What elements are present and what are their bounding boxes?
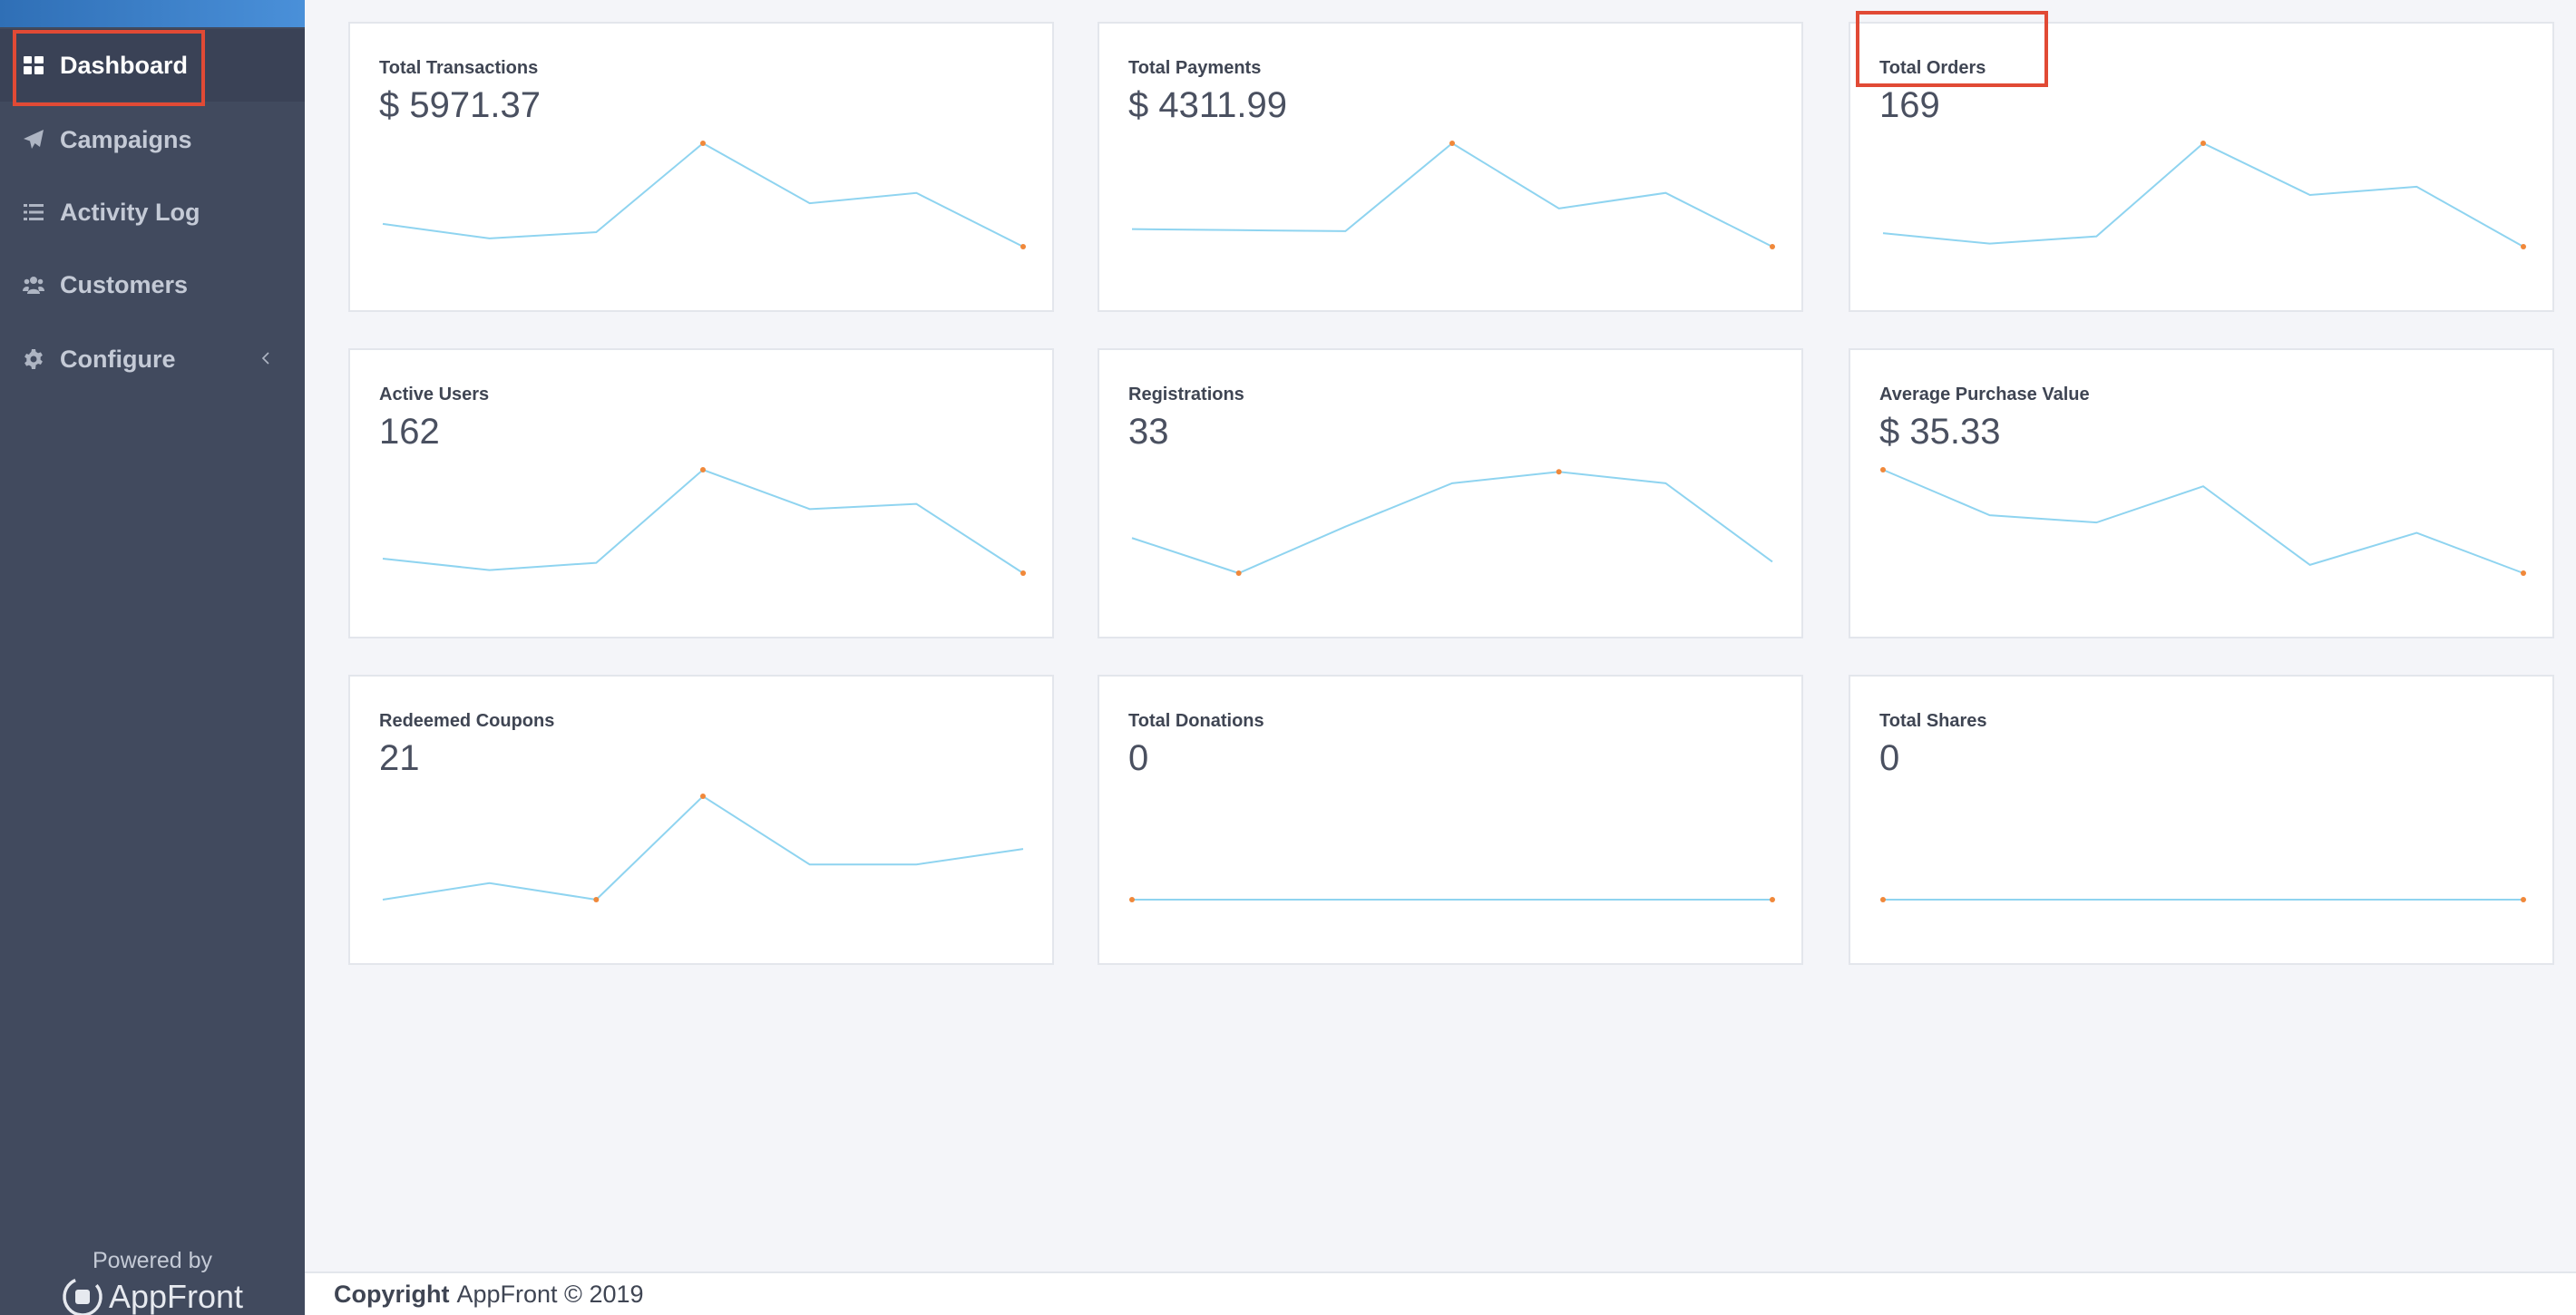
sidebar-item-label: Customers [60, 270, 189, 298]
grid-icon [22, 54, 45, 77]
sidebar: Dashboard Campaigns Activity Log Custome… [0, 0, 305, 1315]
sparkline-marker [1129, 897, 1135, 902]
sparkline-marker [2200, 141, 2206, 146]
footer-copyright-label: Copyright [334, 1280, 450, 1308]
sparkline-marker [1020, 570, 1026, 576]
sparkline-marker [2521, 897, 2526, 902]
stat-card-average-purchase-value: Average Purchase Value $ 35.33 [1849, 348, 2554, 638]
paper-plane-icon [22, 128, 45, 151]
sidebar-item-label: Activity Log [60, 198, 200, 226]
dashboard-main: Total Transactions $ 5971.37 Total Payment… [305, 0, 2576, 1315]
sparkline-marker [1880, 897, 1886, 902]
sparkline-marker [700, 794, 706, 799]
sparkline-marker [2521, 570, 2526, 576]
sparkline-chart [382, 794, 1024, 902]
app-window: Dashboard Campaigns Activity Log Custome… [0, 0, 2576, 1315]
stat-card-total-donations: Total Donations 0 [1098, 675, 1803, 965]
sidebar-item-campaigns[interactable]: Campaigns [0, 103, 305, 176]
sparkline-marker [1880, 467, 1886, 472]
sparkline-chart [1882, 141, 2526, 249]
sidebar-item-label: Configure [60, 345, 176, 373]
stat-card-total-transactions: Total Transactions $ 5971.37 [348, 22, 1054, 312]
powered-by-label: Powered by [92, 1248, 213, 1273]
sparkline-marker [1556, 469, 1562, 475]
gear-icon [22, 347, 45, 371]
sparkline-marker [1770, 897, 1775, 902]
sparkline-series [1882, 141, 2524, 248]
sidebar-top-strip [0, 0, 305, 27]
sidebar-item-activity-log[interactable]: Activity Log [0, 176, 305, 248]
sparkline-chart [1129, 897, 1775, 902]
sidebar-item-label: Dashboard [60, 51, 189, 79]
sparkline-series [1882, 469, 2524, 574]
sparkline-marker [1770, 244, 1775, 249]
sidebar-item-label: Campaigns [60, 125, 192, 153]
sparkline-series [382, 794, 1024, 901]
sparkline-chart [382, 467, 1026, 576]
sparkline-marker [2521, 244, 2526, 249]
sparkline-chart [1131, 469, 1773, 576]
stat-card-registrations: Registrations 33 [1098, 348, 1803, 638]
sparkline-chart [1131, 141, 1775, 249]
footer-copyright-text: AppFront © 2019 [456, 1280, 644, 1308]
appfront-logo-icon [62, 1276, 103, 1315]
sparkline-marker [1020, 244, 1026, 249]
sparkline-series [382, 141, 1024, 248]
sparkline-chart [1880, 467, 2526, 576]
stat-card-total-shares: Total Shares 0 [1849, 675, 2554, 965]
stat-card-redeemed-coupons: Redeemed Coupons 21 [348, 675, 1054, 965]
sparkline-marker [700, 467, 706, 472]
stat-card-total-payments: Total Payments $ 4311.99 [1098, 22, 1803, 312]
list-icon [22, 200, 45, 224]
brand-name: AppFront [108, 1278, 244, 1315]
sparkline-series [1131, 471, 1773, 575]
footer: Copyright AppFront © 2019 [305, 1271, 2576, 1315]
sidebar-item-customers[interactable]: Customers [0, 248, 305, 321]
sparkline-marker [1235, 570, 1242, 576]
users-icon [22, 273, 45, 297]
sparkline-marker [1449, 141, 1455, 146]
brand-logo[interactable]: AppFront [0, 1277, 305, 1315]
sidebar-item-configure[interactable]: Configure [0, 323, 305, 395]
sparkline-chart [1880, 897, 2526, 902]
sparkline-marker [700, 141, 706, 146]
sidebar-item-dashboard[interactable]: Dashboard [0, 29, 305, 102]
stat-card-total-orders: Total Orders 169 [1849, 22, 2554, 312]
sparkline-chart [382, 141, 1026, 249]
powered-by: Powered by AppFront [0, 1233, 305, 1315]
chevron-left-icon[interactable] [256, 348, 276, 368]
sparkline-series [1131, 141, 1773, 248]
sparkline-series [382, 468, 1024, 574]
sparkline-marker [593, 897, 600, 902]
stat-card-active-users: Active Users 162 [348, 348, 1054, 638]
